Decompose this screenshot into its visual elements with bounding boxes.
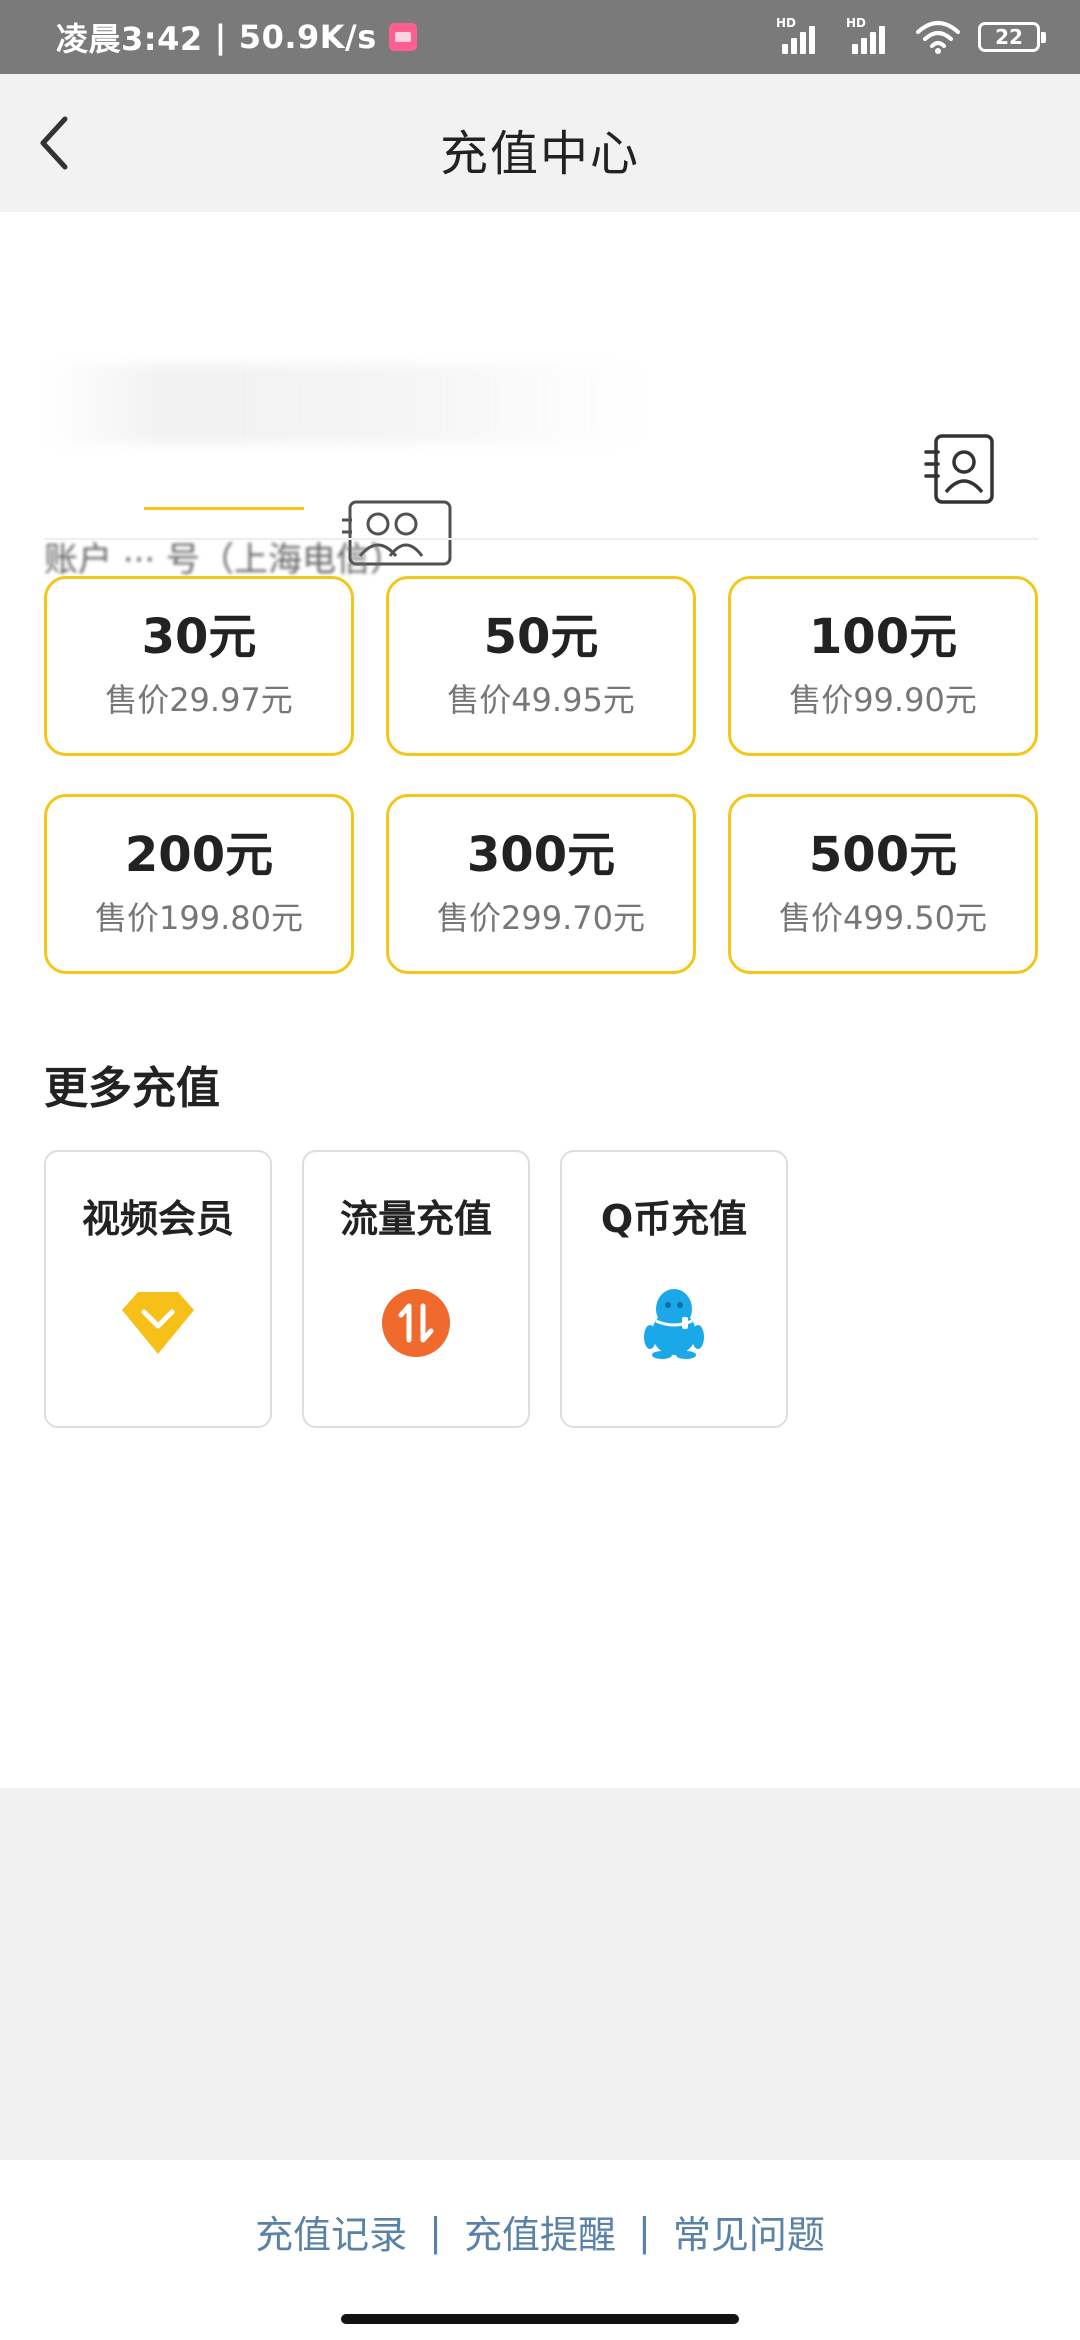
recharge-options-grid: 30元 售价29.97元 50元 售价49.95元 100元 售价99.90元 … <box>44 576 1038 974</box>
recharge-option-500[interactable]: 500元 售价499.50元 <box>728 794 1038 974</box>
signal-icon: HD <box>846 16 898 56</box>
recharge-option-200[interactable]: 200元 售价199.80元 <box>44 794 354 974</box>
option-amount: 500元 <box>808 826 958 883</box>
more-item-label: 流量充值 <box>339 1197 492 1241</box>
battery-level: 22 <box>995 25 1023 49</box>
account-section: 账户 ··· 号（上海电信） <box>44 312 1036 580</box>
option-price: 售价99.90元 <box>789 681 977 720</box>
option-price: 售价29.97元 <box>105 681 293 720</box>
battery-icon: 22 <box>978 22 1046 52</box>
status-separator: | <box>214 18 227 56</box>
wifi-icon <box>916 20 960 54</box>
divider <box>44 538 1038 540</box>
qq-penguin-icon <box>636 1285 712 1361</box>
video-membership-card[interactable]: 视频会员 <box>44 1150 272 1428</box>
faq-link[interactable]: 常见问题 <box>673 2204 825 2259</box>
more-recharge-grid: 视频会员 流量充值 Q币充值 <box>44 1150 788 1428</box>
recharge-option-100[interactable]: 100元 售价99.90元 <box>728 576 1038 756</box>
option-amount: 50元 <box>483 608 599 665</box>
main-content: 账户 ··· 号（上海电信） 30元 售价29.97元 50元 售价49.95元… <box>0 212 1080 1788</box>
option-amount: 300元 <box>466 826 616 883</box>
recharge-option-50[interactable]: 50元 售价49.95元 <box>386 576 696 756</box>
pink-app-icon <box>388 23 417 51</box>
more-item-label: Q币充值 <box>600 1197 748 1241</box>
status-right: HD HD 22 <box>776 16 1046 56</box>
recharge-option-30[interactable]: 30元 售价29.97元 <box>44 576 354 756</box>
status-bar: 凌晨3:42 | 50.9K/s HD HD 22 <box>0 0 1080 74</box>
page-title: 充值中心 <box>439 126 640 182</box>
footer-separator: | <box>638 2209 651 2254</box>
more-item-label: 视频会员 <box>81 1197 234 1241</box>
recharge-option-300[interactable]: 300元 售价299.70元 <box>386 794 696 974</box>
data-recharge-card[interactable]: 流量充值 <box>302 1150 530 1428</box>
home-indicator[interactable] <box>341 2314 739 2324</box>
option-price: 售价49.95元 <box>447 681 635 720</box>
footer-links: 充值记录 | 充值提醒 | 常见问题 <box>0 2204 1080 2259</box>
diamond-icon <box>120 1285 196 1361</box>
footer-separator: | <box>429 2209 442 2254</box>
recharge-reminder-link[interactable]: 充值提醒 <box>464 2204 616 2259</box>
phone-number-input[interactable] <box>44 354 644 424</box>
option-price: 售价499.50元 <box>779 899 987 938</box>
contact-book-icon <box>924 434 994 504</box>
contact-picker-button[interactable] <box>914 424 1006 516</box>
option-price: 售价299.70元 <box>437 899 645 938</box>
status-left: 凌晨3:42 | 50.9K/s <box>56 14 417 60</box>
data-transfer-icon <box>378 1285 454 1361</box>
option-amount: 100元 <box>808 608 958 665</box>
input-underline <box>144 507 304 510</box>
network-speed: 50.9K/s <box>238 18 377 56</box>
option-amount: 200元 <box>124 826 274 883</box>
app-header: 充值中心 <box>0 74 1080 212</box>
recharge-history-link[interactable]: 充值记录 <box>255 2204 407 2259</box>
signal-icon: HD <box>776 16 828 56</box>
qcoin-recharge-card[interactable]: Q币充值 <box>560 1150 788 1428</box>
option-amount: 30元 <box>141 608 257 665</box>
status-time: 凌晨3:42 <box>56 20 203 58</box>
footer: 充值记录 | 充值提醒 | 常见问题 <box>0 2160 1080 2340</box>
more-recharge-title: 更多充值 <box>44 1063 220 1114</box>
option-price: 售价199.80元 <box>95 899 303 938</box>
